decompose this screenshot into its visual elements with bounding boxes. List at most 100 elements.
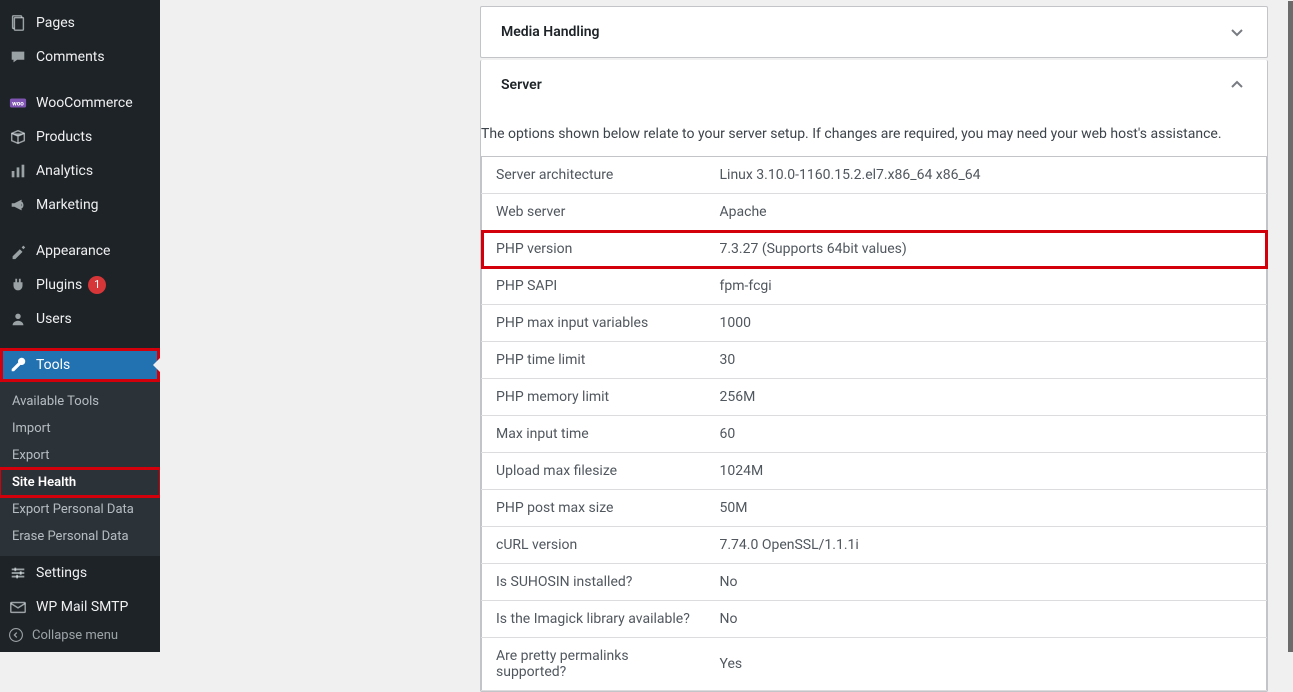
info-value: 60 xyxy=(706,416,1267,453)
sidebar-item-label: Pages xyxy=(36,15,75,31)
submenu-item-available-tools[interactable]: Available Tools xyxy=(0,388,160,415)
panel-server-description: The options shown below relate to your s… xyxy=(481,122,1267,156)
info-label: Is the Imagick library available? xyxy=(482,601,706,638)
submenu-item-export-personal-data[interactable]: Export Personal Data xyxy=(0,496,160,523)
update-badge: 1 xyxy=(88,276,106,294)
sidebar-item-tools[interactable]: Tools xyxy=(0,348,160,382)
table-row: Server architectureLinux 3.10.0-1160.15.… xyxy=(482,157,1267,194)
submenu-item-erase-personal-data[interactable]: Erase Personal Data xyxy=(0,523,160,550)
info-label: Is SUHOSIN installed? xyxy=(482,564,706,601)
table-row: Is SUHOSIN installed?No xyxy=(482,564,1267,601)
table-row: PHP post max size50M xyxy=(482,490,1267,527)
products-icon xyxy=(8,127,28,147)
main-content: Media Handling Server The options shown … xyxy=(160,0,1288,652)
table-row: Are pretty permalinks supported?Yes xyxy=(482,638,1267,691)
sidebar-item-pages[interactable]: Pages xyxy=(0,6,160,40)
collapse-menu[interactable]: Collapse menu xyxy=(0,618,160,652)
analytics-icon xyxy=(8,161,28,181)
submenu-item-site-health[interactable]: Site Health xyxy=(0,469,160,496)
sidebar-item-label: Products xyxy=(36,129,92,145)
info-value: No xyxy=(706,601,1267,638)
info-label: PHP post max size xyxy=(482,490,706,527)
users-icon xyxy=(8,309,28,329)
panel-media-handling-toggle[interactable]: Media Handling xyxy=(481,7,1267,57)
sidebar-item-label: Users xyxy=(36,311,72,327)
submenu-item-import[interactable]: Import xyxy=(0,415,160,442)
menu-separator xyxy=(0,222,160,234)
table-row: PHP time limit30 xyxy=(482,342,1267,379)
server-info-table: Server architectureLinux 3.10.0-1160.15.… xyxy=(481,156,1267,691)
info-label: Server architecture xyxy=(482,157,706,194)
sidebar-item-products[interactable]: Products xyxy=(0,120,160,154)
info-value: 1024M xyxy=(706,453,1267,490)
info-label: PHP SAPI xyxy=(482,268,706,305)
sidebar-item-label: Analytics xyxy=(36,163,93,179)
sidebar-item-users[interactable]: Users xyxy=(0,302,160,336)
mail-icon xyxy=(8,597,28,617)
vertical-scrollbar[interactable] xyxy=(1288,1,1293,652)
admin-sidebar: Pages Comments woo WooCommerce Products Analy… xyxy=(0,0,160,652)
pages-icon xyxy=(8,13,28,33)
info-value: 1000 xyxy=(706,305,1267,342)
info-label: PHP memory limit xyxy=(482,379,706,416)
svg-text:woo: woo xyxy=(12,100,24,108)
sidebar-item-label: WP Mail SMTP xyxy=(36,599,128,615)
info-label: PHP max input variables xyxy=(482,305,706,342)
info-label: Upload max filesize xyxy=(482,453,706,490)
panel-media-title: Media Handling xyxy=(501,24,600,40)
panel-media-handling: Media Handling xyxy=(480,6,1268,58)
table-row: PHP memory limit256M xyxy=(482,379,1267,416)
table-row: Web serverApache xyxy=(482,194,1267,231)
info-value: 7.3.27 (Supports 64bit values) xyxy=(706,231,1267,268)
info-value: 50M xyxy=(706,490,1267,527)
sidebar-item-label: WooCommerce xyxy=(36,95,133,111)
sidebar-item-woocommerce[interactable]: woo WooCommerce xyxy=(0,86,160,120)
sidebar-item-label: Plugins xyxy=(36,277,82,293)
sidebar-item-appearance[interactable]: Appearance xyxy=(0,234,160,268)
info-label: Web server xyxy=(482,194,706,231)
info-label: PHP version xyxy=(482,231,706,268)
table-row: PHP SAPIfpm-fcgi xyxy=(482,268,1267,305)
sidebar-item-label: Marketing xyxy=(36,197,99,213)
panel-server-toggle[interactable]: Server xyxy=(481,60,1267,110)
table-row: Is the Imagick library available?No xyxy=(482,601,1267,638)
sidebar-top-menu: Pages Comments woo WooCommerce Products Analy… xyxy=(0,6,160,624)
plugins-icon xyxy=(8,275,28,295)
sidebar-item-label: Tools xyxy=(36,357,70,373)
info-value: Apache xyxy=(706,194,1267,231)
collapse-icon xyxy=(8,627,24,643)
sidebar-item-plugins[interactable]: Plugins 1 xyxy=(0,268,160,302)
panel-server: Server The options shown below relate to… xyxy=(480,60,1268,692)
table-row: Upload max filesize1024M xyxy=(482,453,1267,490)
sidebar-item-comments[interactable]: Comments xyxy=(0,40,160,74)
table-row: cURL version7.74.0 OpenSSL/1.1.1i xyxy=(482,527,1267,564)
marketing-icon xyxy=(8,195,28,215)
info-label: cURL version xyxy=(482,527,706,564)
sidebar-item-label: Appearance xyxy=(36,243,110,259)
info-value: Linux 3.10.0-1160.15.2.el7.x86_64 x86_64 xyxy=(706,157,1267,194)
tools-submenu: Available ToolsImportExportSite HealthEx… xyxy=(0,382,160,556)
sidebar-item-label: Comments xyxy=(36,49,105,65)
info-value: 30 xyxy=(706,342,1267,379)
appearance-icon xyxy=(8,241,28,261)
comment-icon xyxy=(8,47,28,67)
collapse-label: Collapse menu xyxy=(32,628,118,643)
info-label: Max input time xyxy=(482,416,706,453)
table-row: PHP max input variables1000 xyxy=(482,305,1267,342)
sidebar-item-analytics[interactable]: Analytics xyxy=(0,154,160,188)
sidebar-item-marketing[interactable]: Marketing xyxy=(0,188,160,222)
submenu-item-export[interactable]: Export xyxy=(0,442,160,469)
chevron-down-icon xyxy=(1227,22,1247,42)
chevron-up-icon xyxy=(1227,75,1247,95)
settings-icon xyxy=(8,563,28,583)
sidebar-item-settings[interactable]: Settings xyxy=(0,556,160,590)
info-value: No xyxy=(706,564,1267,601)
info-value: Yes xyxy=(706,638,1267,691)
sidebar-item-label: Settings xyxy=(36,565,87,581)
panel-server-title: Server xyxy=(501,77,542,93)
menu-separator xyxy=(0,336,160,348)
table-row: Max input time60 xyxy=(482,416,1267,453)
info-value: 256M xyxy=(706,379,1267,416)
info-value: 7.74.0 OpenSSL/1.1.1i xyxy=(706,527,1267,564)
tools-icon xyxy=(8,355,28,375)
